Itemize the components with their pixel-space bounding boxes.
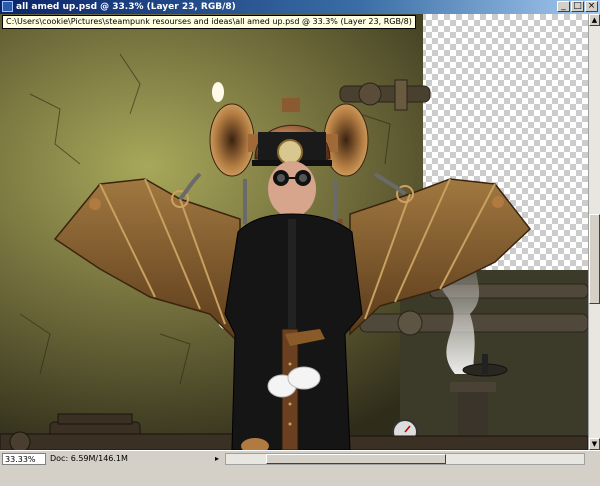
zoom-level-field[interactable]: 33.33%: [2, 453, 46, 465]
document-size-info: Doc: 6.59M/146.1M: [50, 454, 128, 463]
horizontal-scrollbar[interactable]: [225, 453, 585, 465]
lamp-left: [212, 82, 224, 102]
scroll-up-button[interactable]: ▲: [589, 14, 600, 26]
vertical-scroll-thumb[interactable]: [589, 214, 600, 304]
vertical-scrollbar[interactable]: ▲ ▼: [588, 14, 600, 450]
window-title: all amed up.psd @ 33.3% (Layer 23, RGB/8…: [16, 2, 236, 12]
status-menu-arrow-icon[interactable]: ▸: [212, 453, 222, 465]
minimize-button[interactable]: _: [557, 1, 570, 12]
horizontal-scroll-thumb[interactable]: [266, 454, 446, 464]
status-bar: 33.33% Doc: 6.59M/146.1M ▸: [0, 450, 600, 486]
scroll-down-button[interactable]: ▼: [589, 438, 600, 450]
maximize-button[interactable]: □: [571, 1, 584, 12]
title-bar[interactable]: all amed up.psd @ 33.3% (Layer 23, RGB/8…: [0, 0, 600, 14]
suit-buttons: [288, 219, 296, 334]
artwork: [0, 14, 588, 450]
window-controls: _ □ ×: [557, 1, 598, 12]
photoshop-document-icon: [2, 1, 13, 12]
file-path-tooltip: C:\Users\cookie\Pictures\steampunk resou…: [2, 15, 416, 29]
close-button[interactable]: ×: [585, 1, 598, 12]
document-canvas[interactable]: [0, 14, 588, 450]
